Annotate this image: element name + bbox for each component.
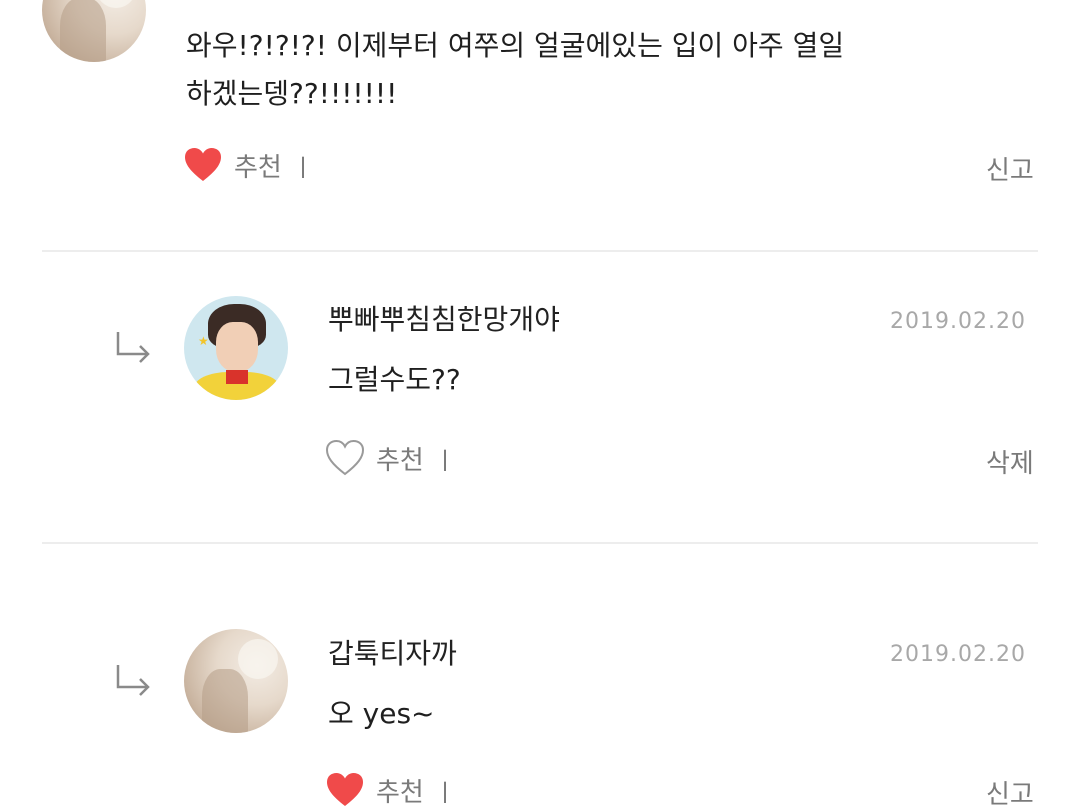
- comment-text: 오 yes~: [328, 697, 435, 730]
- nickname[interactable]: 갑툭티자까: [328, 632, 457, 672]
- avatar-face: [216, 322, 258, 372]
- delete-button[interactable]: 삭제: [986, 443, 1034, 480]
- avatar[interactable]: ★: [184, 296, 288, 400]
- nickname[interactable]: 뿌빠뿌침침한망개야: [328, 298, 560, 338]
- avatar-collar: [226, 370, 248, 384]
- heart-filled-icon: [185, 148, 221, 181]
- star-icon: ★: [198, 334, 209, 348]
- report-button[interactable]: 신고: [986, 774, 1034, 810]
- heart-filled-icon: [327, 773, 363, 806]
- divider: [42, 542, 1038, 544]
- comment-text: 와우!?!?!?! 이제부터 여쭈의 얼굴에있는 입이 아주 열일 하겠는뎅??…: [186, 22, 844, 118]
- reply-arrow-icon: [116, 665, 150, 696]
- avatar[interactable]: [184, 629, 288, 733]
- divider: [42, 250, 1038, 252]
- like-label: 추천: [376, 777, 424, 808]
- like-count: ㅣ: [291, 153, 314, 182]
- like-button[interactable]: 추천 ㅣ: [326, 770, 456, 810]
- like-label: 추천: [376, 445, 424, 476]
- comment-date: 2019.02.20: [890, 309, 1026, 334]
- avatar[interactable]: [42, 0, 146, 62]
- like-label: 추천: [234, 152, 282, 183]
- comment-text-line: 와우!?!?!?! 이제부터 여쭈의 얼굴에있는 입이 아주 열일: [186, 29, 845, 62]
- like-button[interactable]: 추천 ㅣ: [184, 145, 314, 185]
- comment-date: 2019.02.20: [890, 642, 1026, 667]
- like-button[interactable]: 추천 ㅣ: [326, 438, 456, 478]
- like-count: ㅣ: [433, 446, 456, 475]
- report-button[interactable]: 신고: [986, 150, 1034, 187]
- comment-text-line: 하겠는뎅??!!!!!!!: [186, 77, 398, 110]
- comment-thread: 와우!?!?!?! 이제부터 여쭈의 얼굴에있는 입이 아주 열일 하겠는뎅??…: [0, 0, 1080, 810]
- like-count: ㅣ: [433, 778, 456, 807]
- reply-arrow-icon: [116, 332, 150, 363]
- comment-text: 그럴수도??: [328, 363, 461, 396]
- heart-outline-icon: [326, 440, 364, 476]
